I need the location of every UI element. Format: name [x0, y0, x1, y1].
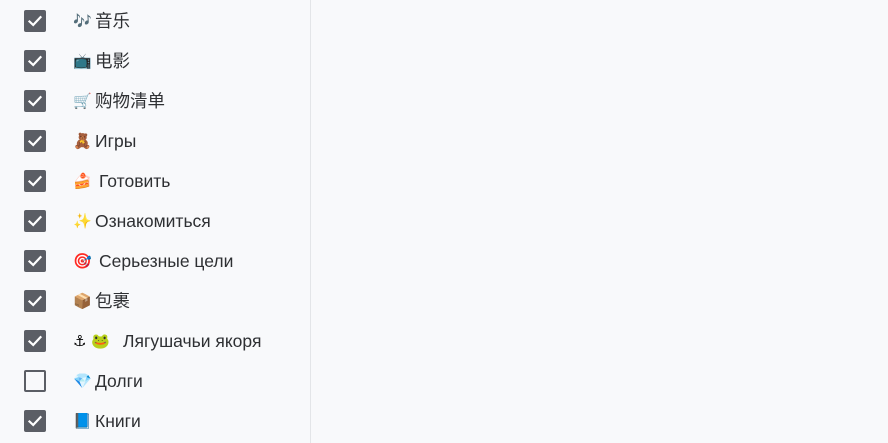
category-emoji-icon: 📘 [73, 412, 92, 430]
category-emoji-icon: 📺 [73, 52, 92, 70]
category-label: Книги [95, 411, 141, 431]
category-label: 购物清单 [95, 91, 165, 111]
category-label: 电影 [95, 51, 130, 71]
app-window: 🎶 音乐 📺 电影 🛒 购物清单 🧸 Игры 🍰 Готовить ✨ Ознакомиться 🎯 С… [0, 0, 888, 443]
category-emoji-icon: 💎 [73, 372, 92, 390]
list-item[interactable]: ⚓ 🐸 Лягушачьи якоря [0, 321, 310, 361]
checkbox-checked[interactable] [24, 50, 46, 72]
checkbox-checked[interactable] [24, 90, 46, 112]
category-emoji-icon: 🧸 [73, 132, 92, 150]
list-item[interactable]: 🍰 Готовить [0, 161, 310, 201]
list-item[interactable]: 🎶 音乐 [0, 1, 310, 41]
checkbox-checked[interactable] [24, 330, 46, 352]
list-item[interactable]: 📦 包裹 [0, 281, 310, 321]
checkbox-checked[interactable] [24, 10, 46, 32]
checkbox-checked[interactable] [24, 410, 46, 432]
main-panel [311, 0, 888, 443]
list-item[interactable]: ✨ Ознакомиться [0, 201, 310, 241]
category-emoji-icon: 🎶 [73, 12, 92, 30]
list-item[interactable]: 📺 电影 [0, 41, 310, 81]
list-item[interactable]: 💎 Долги [0, 361, 310, 401]
category-emoji-icon: 🛒 [73, 92, 92, 110]
category-emoji-icon: ✨ [73, 212, 92, 230]
checkbox-checked[interactable] [24, 170, 46, 192]
checkbox-checked[interactable] [24, 210, 46, 232]
list-item[interactable]: 🧸 Игры [0, 121, 310, 161]
category-label: Лягушачьи якоря [123, 331, 262, 351]
category-label: Долги [95, 371, 143, 391]
category-label: Игры [95, 131, 137, 151]
category-emoji-icon: 🍰 [73, 172, 92, 190]
category-emoji-icon: 📦 [73, 292, 92, 310]
checkbox-checked[interactable] [24, 250, 46, 272]
category-emoji-icon: ⚓ 🐸 [73, 332, 110, 350]
category-label: 包裹 [95, 291, 130, 311]
category-label: 音乐 [95, 11, 130, 31]
checkbox-checked[interactable] [24, 130, 46, 152]
sidebar: 🎶 音乐 📺 电影 🛒 购物清单 🧸 Игры 🍰 Готовить ✨ Ознакомиться 🎯 С… [0, 0, 311, 443]
list-item[interactable]: 🛒 购物清单 [0, 81, 310, 121]
checkbox-checked[interactable] [24, 290, 46, 312]
category-label: Серьезные цели [99, 251, 234, 271]
list-item[interactable]: 🎯 Серьезные цели [0, 241, 310, 281]
category-emoji-icon: 🎯 [73, 252, 92, 270]
category-label: Готовить [99, 171, 171, 191]
category-label: Ознакомиться [95, 211, 211, 231]
list-item[interactable]: 📘 Книги [0, 401, 310, 441]
checkbox-unchecked[interactable] [24, 370, 46, 392]
